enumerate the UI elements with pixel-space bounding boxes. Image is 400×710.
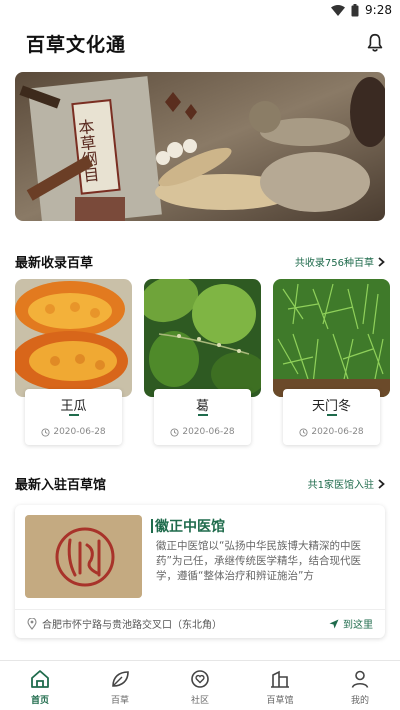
tab-label: 社区 [190, 696, 209, 706]
clinic-address: 合肥市怀宁路与贵池路交叉口（东北角） [27, 616, 222, 631]
herb-image [15, 279, 132, 397]
herb-date: 2020-06-28 [283, 427, 380, 437]
status-bar: 9:28 [0, 0, 400, 24]
chevron-right-icon [378, 256, 385, 267]
clinic-address-text: 合肥市怀宁路与贵池路交叉口（东北角） [42, 620, 222, 631]
status-icons: 9:28 [331, 3, 392, 17]
banner-illustration: 本草纲目 [15, 72, 385, 221]
clinic-card[interactable]: 徽正中医馆 徽正中医馆以“弘扬中华民族博大精深的中医药”为己任，承继传统医学精华… [15, 505, 385, 638]
bell-icon[interactable] [364, 32, 386, 54]
herbs-count-label: 共收录756种百草 [294, 258, 374, 269]
app-header: 百草文化通 [0, 24, 400, 64]
status-time: 9:28 [365, 3, 392, 17]
banner-image[interactable]: 本草纲目 [15, 72, 385, 221]
battery-icon [351, 3, 359, 16]
latest-clinics-title: 最新入驻百草馆 [15, 478, 107, 493]
herb-name: 葛 [195, 399, 209, 414]
clock-icon [41, 427, 50, 437]
clinics-count-label: 共1家医馆入驻 [307, 480, 374, 491]
herb-image [273, 279, 390, 397]
herb-card-wanggua[interactable]: 王瓜 2020-06-28 [15, 279, 132, 445]
app-title: 百草文化通 [26, 34, 127, 56]
herb-date-text: 2020-06-28 [311, 427, 364, 437]
divider [15, 609, 385, 610]
tab-profile[interactable]: 我的 [320, 661, 400, 710]
chevron-right-icon [378, 478, 385, 489]
tab-home[interactable]: 首页 [0, 661, 80, 710]
building-icon [271, 670, 289, 688]
tab-label: 百草 [110, 696, 129, 706]
clock-icon [299, 427, 308, 437]
clinic-name: 徽正中医馆 [155, 519, 225, 535]
leaf-icon [112, 671, 129, 687]
herb-info: 天门冬 2020-06-28 [283, 389, 380, 445]
latest-herbs-title: 最新收录百草 [15, 256, 94, 271]
navigation-arrow-icon [329, 619, 339, 628]
herb-date-text: 2020-06-28 [182, 427, 235, 437]
clinic-description: 徽正中医馆以“弘扬中华民族博大精深的中医药”为己任，承继传统医学精华，结合现代医… [156, 540, 361, 582]
tab-herbs[interactable]: 百草 [80, 661, 160, 710]
herb-date-text: 2020-06-28 [53, 427, 106, 437]
clinics-count-link[interactable]: 共1家医馆入驻 [308, 476, 385, 491]
herb-date: 2020-06-28 [154, 427, 251, 437]
user-icon [351, 670, 369, 688]
tab-clinics[interactable]: 百草馆 [240, 661, 320, 710]
tab-label: 我的 [350, 696, 369, 706]
herb-underline [69, 414, 79, 416]
clock-icon [170, 427, 179, 437]
clinic-logo-image [25, 515, 142, 598]
herb-image [144, 279, 261, 397]
bottom-tab-bar: 首页 百草 社区 百草馆 我的 [0, 660, 400, 710]
heart-chat-icon [191, 670, 209, 688]
herb-card-ge[interactable]: 葛 2020-06-28 [144, 279, 261, 445]
wifi-icon [331, 4, 346, 16]
clinic-name-accent [151, 519, 153, 533]
home-icon [31, 670, 49, 688]
herb-info: 葛 2020-06-28 [154, 389, 251, 445]
latest-herbs-header: 最新收录百草 共收录756种百草 [15, 251, 385, 273]
herbs-count-link[interactable]: 共收录756种百草 [295, 254, 385, 269]
herb-underline [198, 414, 208, 416]
herb-date: 2020-06-28 [25, 427, 122, 437]
herb-underline [327, 414, 337, 416]
herb-card-tianmendong[interactable]: 天门冬 2020-06-28 [273, 279, 390, 445]
latest-clinics-header: 最新入驻百草馆 共1家医馆入驻 [15, 473, 385, 495]
navigate-here-button[interactable]: 到这里 [329, 616, 373, 631]
herb-name: 天门冬 [311, 399, 351, 414]
tab-label: 首页 [30, 696, 49, 706]
tab-community[interactable]: 社区 [160, 661, 240, 710]
navigate-here-label: 到这里 [343, 620, 373, 631]
herb-info: 王瓜 2020-06-28 [25, 389, 122, 445]
herb-name: 王瓜 [60, 399, 87, 414]
location-pin-icon [27, 617, 37, 630]
tab-label: 百草馆 [266, 696, 294, 706]
